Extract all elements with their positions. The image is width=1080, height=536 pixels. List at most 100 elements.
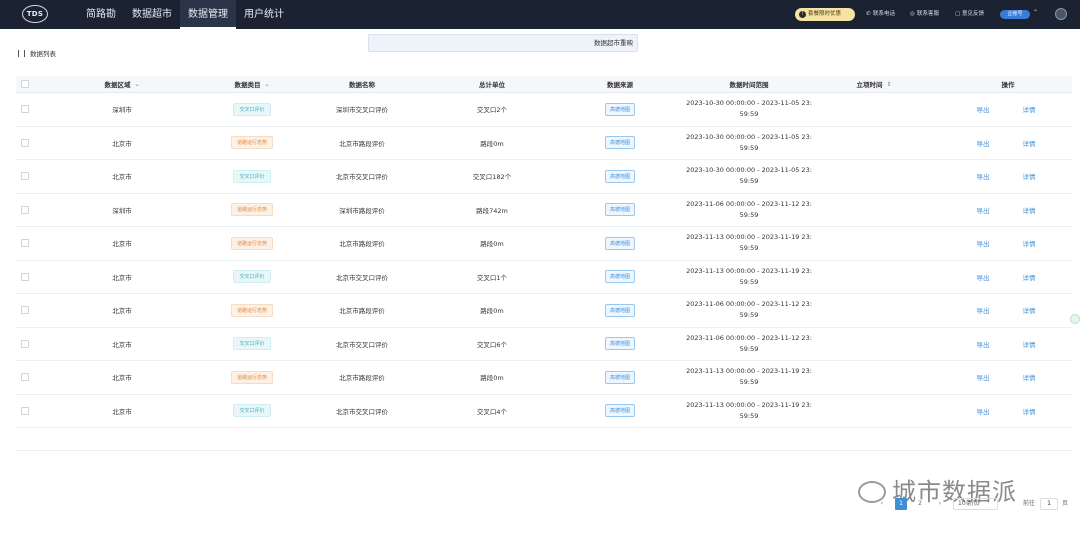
detail-link[interactable]: 详情 (1023, 104, 1036, 114)
cell-time-range: 2023-10-30 00:00:00 - 2023-11-05 23: 59:5… (686, 99, 812, 119)
cell-name: 北京市交叉口评价 (336, 407, 388, 416)
data-market-button[interactable]: 数据超市重映 (368, 34, 638, 52)
avatar[interactable] (1055, 8, 1067, 20)
source-tag: 高德地图 (604, 136, 635, 150)
detail-link[interactable]: 详情 (1023, 406, 1036, 416)
row-checkbox[interactable] (21, 339, 29, 348)
goto-page-input[interactable]: 1 (1040, 498, 1058, 510)
cell-time-range: 2023-11-06 00:00:00 - 2023-11-12 23: 59:5… (686, 333, 812, 353)
cell-unit: 路段0m (480, 307, 504, 316)
export-link[interactable]: 导出 (977, 138, 990, 148)
row-checkbox[interactable] (21, 272, 29, 281)
export-link[interactable]: 导出 (977, 339, 990, 349)
col-actions: 操作 (1001, 81, 1015, 89)
col-time-range: 数据时间范围 (729, 81, 769, 89)
contact-phone-link[interactable]: ✆ 联系电话 (866, 10, 895, 19)
next-page-button[interactable]: › (934, 498, 946, 510)
category-tag: 交叉口评价 (233, 337, 271, 351)
category-tag: 道路运行态势 (230, 136, 273, 150)
export-link[interactable]: 导出 (977, 272, 990, 282)
row-checkbox[interactable] (21, 205, 29, 214)
source-tag: 高德地图 (604, 404, 635, 418)
page-1-button[interactable]: 1 (895, 498, 907, 510)
export-link[interactable]: 导出 (977, 372, 990, 382)
cell-name: 北京市路段评价 (339, 307, 385, 316)
cell-region: 北京市 (112, 407, 132, 416)
main-nav: 简路勘 数据超市 数据管理 用户统计 (78, 0, 292, 29)
cell-region: 北京市 (112, 240, 132, 249)
export-link[interactable]: 导出 (977, 406, 990, 416)
cell-time-range: 2023-10-30 00:00:00 - 2023-11-05 23: 59:5… (686, 132, 812, 152)
detail-link[interactable]: 详情 (1023, 339, 1036, 349)
table-row: 北京市 交叉口评价 北京市交叉口评价 交叉口1个 高德地图 2023-11-13 00:0… (16, 261, 1072, 294)
col-project-time[interactable]: 立项时间 ⇕ (824, 76, 924, 92)
contact-service-link[interactable]: ◎ 联系客服 (910, 10, 939, 19)
prev-page-button[interactable]: ‹ (876, 498, 888, 510)
table-bottom-border (16, 450, 1072, 451)
cell-name: 北京市交叉口评价 (336, 173, 388, 182)
cell-name: 北京市路段评价 (339, 240, 385, 249)
cell-name: 北京市交叉口评价 (336, 340, 388, 349)
detail-link[interactable]: 详情 (1023, 205, 1036, 215)
table-row: 北京市 道路运行态势 北京市路段评价 路段0m 高德地图 2023-10-30 00:00… (16, 127, 1072, 160)
source-tag: 高德地图 (604, 370, 635, 384)
account-badge[interactable]: 企账号 (1000, 10, 1030, 19)
row-checkbox[interactable] (21, 105, 29, 114)
export-link[interactable]: 导出 (977, 205, 990, 215)
nav-item-user-stats[interactable]: 用户统计 (236, 0, 292, 29)
category-tag: 道路运行态势 (230, 203, 273, 217)
row-checkbox[interactable] (21, 373, 29, 382)
page-2-button[interactable]: 2 (914, 498, 926, 510)
cell-region: 深圳市 (112, 206, 132, 215)
cell-unit: 交叉口182个 (472, 173, 512, 182)
cell-name: 北京市路段评价 (339, 139, 385, 148)
col-category[interactable]: 数据类目 ⌄ (182, 76, 322, 92)
export-link[interactable]: 导出 (977, 305, 990, 315)
source-tag: 高德地图 (604, 270, 635, 284)
category-tag: 道路运行态势 (230, 236, 273, 250)
col-unit: 总计单位 (479, 81, 505, 89)
nav-item-jianluekan[interactable]: 简路勘 (78, 0, 124, 29)
table-row: 北京市 交叉口评价 北京市交叉口评价 交叉口6个 高德地图 2023-11-06 00:0… (16, 328, 1072, 361)
export-link[interactable]: 导出 (977, 104, 990, 114)
col-region[interactable]: 数据区域 ⌄ (62, 76, 182, 92)
detail-link[interactable]: 详情 (1023, 238, 1036, 248)
floating-helper-icon[interactable] (1070, 314, 1080, 324)
detail-link[interactable]: 详情 (1023, 272, 1036, 282)
category-tag: 交叉口评价 (233, 169, 271, 183)
nav-item-data-market[interactable]: 数据超市 (124, 0, 180, 29)
detail-link[interactable]: 详情 (1023, 372, 1036, 382)
tds-logo[interactable]: TDS (22, 5, 48, 23)
nav-item-data-management[interactable]: 数据管理 (180, 0, 236, 29)
feedback-link[interactable]: ▢ 意见反馈 (955, 10, 984, 19)
detail-link[interactable]: 详情 (1023, 171, 1036, 181)
export-link[interactable]: 导出 (977, 171, 990, 181)
export-link[interactable]: 导出 (977, 238, 990, 248)
customer-service-icon: ◎ (910, 11, 915, 17)
category-tag: 交叉口评价 (233, 102, 271, 116)
detail-link[interactable]: 详情 (1023, 138, 1036, 148)
page-size-select[interactable]: 10条/页 (953, 498, 998, 510)
chevron-down-icon[interactable]: ⌃ (1033, 9, 1038, 16)
row-checkbox[interactable] (21, 172, 29, 181)
feedback-icon: ▢ (955, 11, 961, 17)
table-row: 深圳市 道路运行态势 深圳市路段评价 路段742m 高德地图 2023-11-06 00:… (16, 194, 1072, 227)
row-checkbox[interactable] (21, 138, 29, 147)
top-navigation-bar: TDS 简路勘 数据超市 数据管理 用户统计 ! 套餐限时优惠 ✆ 联系电话 ◎ 联… (0, 0, 1080, 29)
row-checkbox[interactable] (21, 239, 29, 248)
alert-icon: ! (799, 11, 806, 18)
source-tag: 高德地图 (604, 102, 635, 116)
chevron-down-icon: ⌄ (264, 80, 270, 88)
promo-notice-button[interactable]: ! 套餐限时优惠 (795, 8, 855, 21)
category-tag: 交叉口评价 (233, 270, 271, 284)
row-checkbox[interactable] (21, 406, 29, 415)
detail-link[interactable]: 详情 (1023, 305, 1036, 315)
cell-name: 北京市路段评价 (339, 374, 385, 383)
cell-name: 北京市交叉口评价 (336, 273, 388, 282)
select-all-checkbox[interactable] (21, 80, 29, 88)
row-checkbox[interactable] (21, 306, 29, 315)
cell-time-range: 2023-11-06 00:00:00 - 2023-11-12 23: 59:5… (686, 199, 812, 219)
cell-time-range: 2023-11-13 00:00:00 - 2023-11-19 23: 59:5… (686, 233, 812, 253)
promo-notice-label: 套餐限时优惠 (808, 11, 842, 17)
cell-unit: 路段0m (480, 374, 504, 383)
